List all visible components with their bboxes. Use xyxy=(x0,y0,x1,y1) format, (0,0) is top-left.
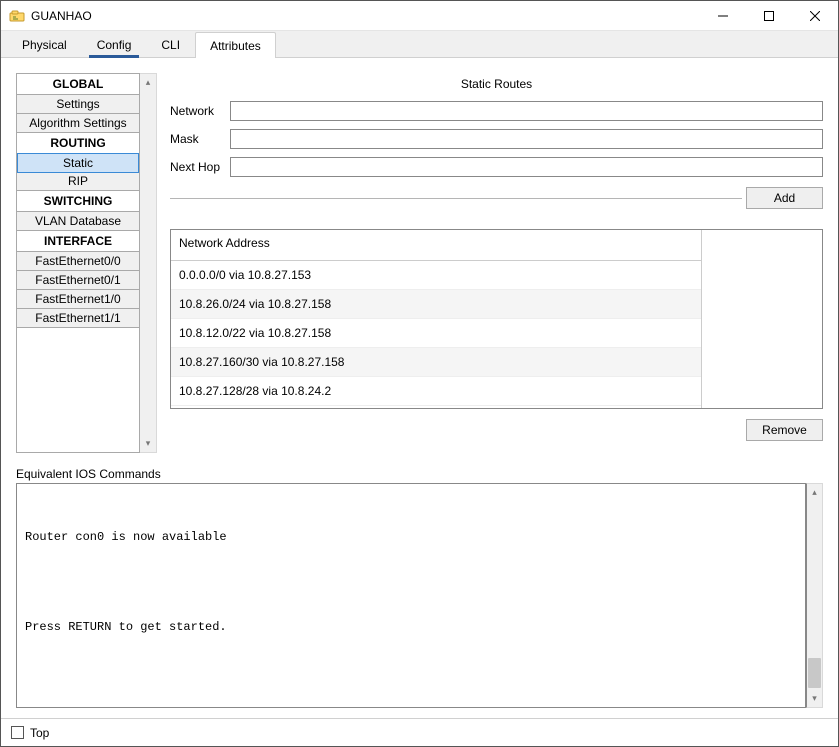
mask-row: Mask xyxy=(170,129,823,149)
bottom-bar: Top xyxy=(1,718,838,746)
routes-header: Network Address xyxy=(171,230,701,261)
ios-commands-label: Equivalent IOS Commands xyxy=(16,467,823,481)
routes-side-gutter xyxy=(702,230,822,408)
add-button[interactable]: Add xyxy=(746,187,823,209)
sidebar-item-settings[interactable]: Settings xyxy=(17,95,139,114)
sidebar-scrollbar[interactable]: ▴ ▾ xyxy=(140,73,157,453)
sidebar-container: GLOBAL Settings Algorithm Settings ROUTI… xyxy=(16,73,158,453)
routes-table: Network Address 0.0.0.0/0 via 10.8.27.15… xyxy=(170,229,823,409)
titlebar: GUANHAO xyxy=(1,1,838,31)
route-row[interactable]: 10.8.12.0/22 via 10.8.27.158 xyxy=(171,319,701,348)
sidebar-header-switching: SWITCHING xyxy=(17,191,139,212)
mask-input[interactable] xyxy=(230,129,823,149)
scroll-track[interactable] xyxy=(140,91,156,435)
tab-physical[interactable]: Physical xyxy=(7,31,82,57)
scroll-down-icon[interactable]: ▾ xyxy=(140,435,156,452)
tab-attributes[interactable]: Attributes xyxy=(195,32,276,58)
scroll-thumb[interactable] xyxy=(808,658,821,688)
route-row[interactable]: 10.8.27.128/28 via 10.8.24.2 xyxy=(171,377,701,406)
next-hop-input[interactable] xyxy=(230,157,823,177)
tab-config[interactable]: Config xyxy=(82,31,147,57)
tab-label: Config xyxy=(97,38,132,52)
minimize-button[interactable] xyxy=(700,1,746,30)
sidebar-item-static[interactable]: Static xyxy=(17,153,139,173)
scroll-down-icon[interactable]: ▾ xyxy=(807,690,822,707)
console-wrap: ▴ ▾ xyxy=(16,483,823,708)
app-icon xyxy=(9,8,25,24)
route-row[interactable]: 10.8.27.160/30 via 10.8.27.158 xyxy=(171,348,701,377)
scroll-up-icon[interactable]: ▴ xyxy=(140,74,156,91)
scroll-up-icon[interactable]: ▴ xyxy=(807,484,822,501)
close-button[interactable] xyxy=(792,1,838,30)
network-input[interactable] xyxy=(230,101,823,121)
sidebar: GLOBAL Settings Algorithm Settings ROUTI… xyxy=(16,73,140,453)
next-hop-row: Next Hop xyxy=(170,157,823,177)
body: GLOBAL Settings Algorithm Settings ROUTI… xyxy=(1,58,838,718)
window-title: GUANHAO xyxy=(31,9,92,23)
remove-button[interactable]: Remove xyxy=(746,419,823,441)
tabs: Physical Config CLI Attributes xyxy=(1,31,838,58)
tab-underline xyxy=(89,55,140,58)
divider xyxy=(170,198,742,199)
sidebar-item-fe0-1[interactable]: FastEthernet0/1 xyxy=(17,271,139,290)
panel-title: Static Routes xyxy=(170,73,823,101)
sidebar-header-global: GLOBAL xyxy=(17,74,139,95)
scroll-track[interactable] xyxy=(807,501,822,690)
tab-cli[interactable]: CLI xyxy=(146,31,195,57)
routes-list[interactable]: Network Address 0.0.0.0/0 via 10.8.27.15… xyxy=(171,230,702,408)
upper-pane: GLOBAL Settings Algorithm Settings ROUTI… xyxy=(16,73,823,453)
sidebar-item-rip[interactable]: RIP xyxy=(17,172,139,191)
sidebar-item-vlan-database[interactable]: VLAN Database xyxy=(17,212,139,231)
network-label: Network xyxy=(170,104,230,118)
sidebar-item-fe0-0[interactable]: FastEthernet0/0 xyxy=(17,252,139,271)
top-label: Top xyxy=(30,726,49,740)
tab-label: Physical xyxy=(22,38,67,52)
add-row: Add xyxy=(170,187,823,209)
tab-label: CLI xyxy=(161,38,180,52)
tab-label: Attributes xyxy=(210,39,261,53)
next-hop-label: Next Hop xyxy=(170,160,230,174)
ios-console[interactable] xyxy=(16,483,806,708)
sidebar-item-algorithm-settings[interactable]: Algorithm Settings xyxy=(17,114,139,133)
static-routes-panel: Static Routes Network Mask Next Hop Add xyxy=(170,73,823,453)
app-window: GUANHAO Physical Config CLI Attributes G… xyxy=(0,0,839,747)
sidebar-item-fe1-0[interactable]: FastEthernet1/0 xyxy=(17,290,139,309)
sidebar-header-interface: INTERFACE xyxy=(17,231,139,252)
sidebar-header-routing: ROUTING xyxy=(17,133,139,154)
route-row[interactable]: 10.8.26.0/24 via 10.8.27.158 xyxy=(171,290,701,319)
console-scrollbar[interactable]: ▴ ▾ xyxy=(806,483,823,708)
top-checkbox[interactable] xyxy=(11,726,24,739)
sidebar-item-fe1-1[interactable]: FastEthernet1/1 xyxy=(17,309,139,328)
route-row[interactable]: 0.0.0.0/0 via 10.8.27.153 xyxy=(171,261,701,290)
network-row: Network xyxy=(170,101,823,121)
mask-label: Mask xyxy=(170,132,230,146)
maximize-button[interactable] xyxy=(746,1,792,30)
remove-row: Remove xyxy=(170,419,823,441)
